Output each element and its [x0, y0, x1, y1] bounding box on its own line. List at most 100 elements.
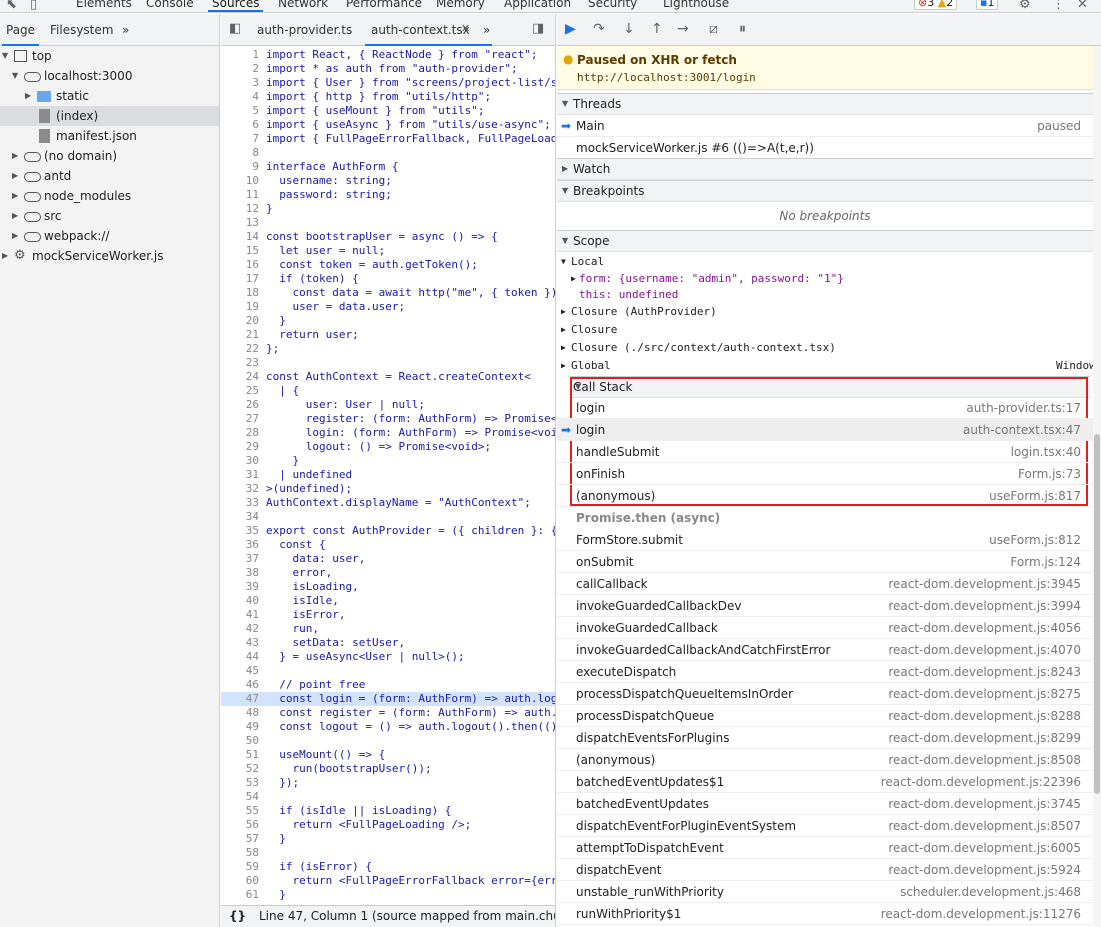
step-over-icon[interactable]: ↷ — [593, 21, 605, 37]
call-frame[interactable]: login auth-provider.ts:17 — [557, 397, 1093, 419]
code-line[interactable]: 44 } = useAsync<User | null>(); — [221, 650, 555, 664]
scope-section-header[interactable]: ▼ Scope — [557, 230, 1093, 252]
code-line[interactable]: 52 run(bootstrapUser()); — [221, 762, 555, 776]
frame-location[interactable]: react-dom.development.js:4056 — [888, 617, 1081, 639]
code-line[interactable]: 28 login: (form: AuthForm) => Promise<vo… — [221, 426, 555, 440]
call-frame[interactable]: dispatchEventForPluginEventSystem react-d… — [557, 815, 1093, 837]
scope-global[interactable]: Global — [571, 359, 611, 373]
watch-section-header[interactable]: ▶ Watch — [557, 158, 1093, 180]
line-number[interactable]: 44 — [221, 650, 259, 664]
tree-item-index[interactable]: (index) — [0, 106, 219, 126]
line-number[interactable]: 56 — [221, 818, 259, 832]
code-line[interactable]: 14 const bootstrapUser = async () => { — [221, 230, 555, 244]
code-line[interactable]: 21 return user; — [221, 328, 555, 342]
call-frame[interactable]: ➡ login auth-context.tsx:47 — [557, 419, 1093, 441]
line-number[interactable]: 46 — [221, 678, 259, 692]
code-line[interactable]: 45 — [221, 664, 555, 678]
tree-item-mock-service-worker[interactable]: ▶ ⚙ mockServiceWorker.js — [0, 246, 219, 266]
tree-item-localhost[interactable]: ▼ localhost:3000 — [0, 66, 219, 86]
code-line[interactable]: 58 — [221, 846, 555, 860]
code-line[interactable]: 19 user = data.user; — [221, 300, 555, 314]
line-number[interactable]: 23 — [221, 356, 259, 370]
code-line[interactable]: 37 data: user, — [221, 552, 555, 566]
scope-this-variable[interactable]: this: undefined — [579, 288, 678, 302]
call-frame[interactable]: (anonymous) react-dom.development.js:8508 — [557, 749, 1093, 771]
line-number[interactable]: 15 — [221, 244, 259, 258]
code-line[interactable]: 9 interface AuthForm { — [221, 160, 555, 174]
call-frame[interactable]: onFinish Form.js:73 — [557, 463, 1093, 485]
tab-elements[interactable]: Elements — [76, 0, 132, 10]
line-number[interactable]: 14 — [221, 230, 259, 244]
line-number[interactable]: 45 — [221, 664, 259, 678]
code-line[interactable]: 60 return <FullPageErrorFallback error={… — [221, 874, 555, 888]
code-line[interactable]: 25 | { — [221, 384, 555, 398]
line-number[interactable]: 50 — [221, 734, 259, 748]
line-number[interactable]: 6 — [221, 118, 259, 132]
call-frame[interactable]: runWithPriority$1 react-dom.development.j… — [557, 903, 1093, 925]
code-line[interactable]: 53 }); — [221, 776, 555, 790]
line-number[interactable]: 1 — [221, 48, 259, 62]
code-line[interactable]: 43 setData: setUser, — [221, 636, 555, 650]
thread-main[interactable]: ➡ Main paused — [557, 115, 1093, 137]
code-line[interactable]: 49 const logout = () => auth.logout().th… — [221, 720, 555, 734]
line-number[interactable]: 21 — [221, 328, 259, 342]
tree-item-src[interactable]: ▶ src — [0, 206, 219, 226]
line-number[interactable]: 34 — [221, 510, 259, 524]
tree-item-webpack[interactable]: ▶ webpack:// — [0, 226, 219, 246]
line-number[interactable]: 39 — [221, 580, 259, 594]
call-frame[interactable]: invokeGuardedCallback react-dom.developme… — [557, 617, 1093, 639]
tab-application[interactable]: Application — [504, 0, 571, 10]
line-number[interactable]: 40 — [221, 594, 259, 608]
tree-item-antd[interactable]: ▶ antd — [0, 166, 219, 186]
line-number[interactable]: 26 — [221, 398, 259, 412]
line-number[interactable]: 22 — [221, 342, 259, 356]
line-number[interactable]: 53 — [221, 776, 259, 790]
frame-location[interactable]: react-dom.development.js:3945 — [888, 573, 1081, 595]
line-number[interactable]: 27 — [221, 412, 259, 426]
tab-network[interactable]: Network — [278, 0, 328, 10]
code-line[interactable]: 34 — [221, 510, 555, 524]
line-number[interactable]: 24 — [221, 370, 259, 384]
thread-service-worker[interactable]: mockServiceWorker.js #6 (()=>A(t,e,r)) — [557, 137, 1093, 159]
frame-location[interactable]: react-dom.development.js:4070 — [888, 639, 1081, 661]
tab-console[interactable]: Console — [146, 0, 194, 10]
line-number[interactable]: 33 — [221, 496, 259, 510]
toggle-navigator-icon[interactable]: ◧ — [229, 21, 241, 36]
line-number[interactable]: 55 — [221, 804, 259, 818]
frame-location[interactable]: login.tsx:40 — [1011, 441, 1081, 463]
tab-auth-provider[interactable]: auth-provider.ts — [257, 23, 352, 37]
line-number[interactable]: 29 — [221, 440, 259, 454]
code-line[interactable]: 31 | undefined — [221, 468, 555, 482]
line-number[interactable]: 18 — [221, 286, 259, 300]
code-line[interactable]: 7 import { FullPageErrorFallback, FullPag… — [221, 132, 555, 146]
line-number[interactable]: 2 — [221, 62, 259, 76]
call-frame[interactable]: batchedEventUpdates$1 react-dom.developme… — [557, 771, 1093, 793]
tab-lighthouse[interactable]: Lighthouse — [663, 0, 729, 10]
call-frame[interactable]: processDispatchQueue react-dom.developmen… — [557, 705, 1093, 727]
frame-location[interactable]: react-dom.development.js:3745 — [888, 793, 1081, 815]
line-number[interactable]: 12 — [221, 202, 259, 216]
pause-on-exceptions-icon[interactable]: ⏸ — [739, 21, 746, 37]
code-line[interactable]: 55 if (isIdle || isLoading) { — [221, 804, 555, 818]
line-number[interactable]: 4 — [221, 90, 259, 104]
messages-badge[interactable]: ▪1 — [976, 0, 999, 10]
step-out-icon[interactable]: ↑ — [651, 21, 663, 37]
scope-closure-module[interactable]: Closure (./src/context/auth-context.tsx) — [571, 341, 836, 355]
code-line[interactable]: 33 AuthContext.displayName = "AuthContext… — [221, 496, 555, 510]
line-number[interactable]: 8 — [221, 146, 259, 160]
code-line[interactable]: 4 import { http } from "utils/http"; — [221, 90, 555, 104]
frame-location[interactable]: Form.js:73 — [1018, 463, 1081, 485]
code-line[interactable]: 46 // point free — [221, 678, 555, 692]
call-frame[interactable]: (anonymous) useForm.js:817 — [557, 485, 1093, 507]
code-line[interactable]: 5 import { useMount } from "utils"; — [221, 104, 555, 118]
frame-location[interactable]: react-dom.development.js:8507 — [888, 815, 1081, 837]
code-line[interactable]: 40 isIdle, — [221, 594, 555, 608]
code-line[interactable]: 13 — [221, 216, 555, 230]
line-number[interactable]: 31 — [221, 468, 259, 482]
line-number[interactable]: 48 — [221, 706, 259, 720]
frame-location[interactable]: react-dom.development.js:8288 — [888, 705, 1081, 727]
code-line[interactable]: 3 import { User } from "screens/project-l… — [221, 76, 555, 90]
line-number[interactable]: 28 — [221, 426, 259, 440]
call-frame[interactable]: processDispatchQueueItemsInOrder react-do… — [557, 683, 1093, 705]
code-line[interactable]: 47 const login = (form: AuthForm) => aut… — [221, 692, 555, 706]
